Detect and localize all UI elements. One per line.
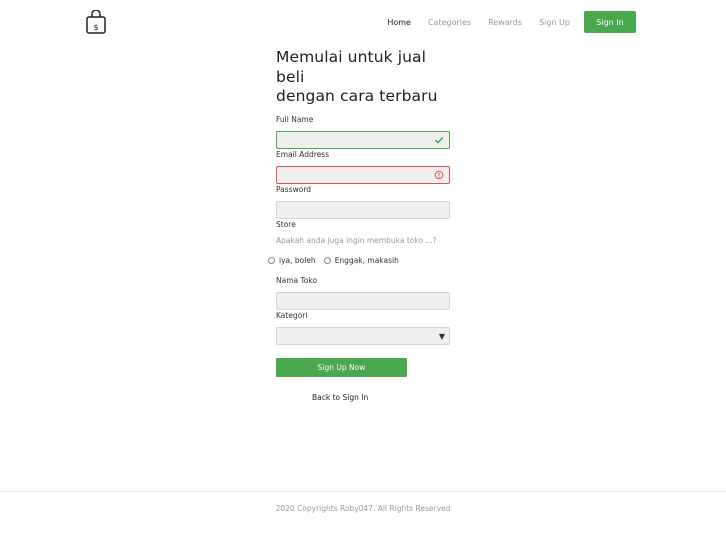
signup-form-heading: Memulai untuk jual beli dengan cara terb… [276,48,456,107]
footer-divider [0,491,726,492]
back-to-sign-in-link[interactable]: Back to Sign In [312,393,368,402]
footer-copyright: 2020 Copyrights Roby047. All Rights Rese… [275,504,451,513]
nav-sign-up[interactable]: Sign Up [539,18,570,27]
title-line-3: dengan cara terbaru [276,87,438,105]
error-icon [434,170,444,180]
radio-circle-yes[interactable] [268,257,275,264]
nav-rewards[interactable]: Rewards [488,18,522,27]
email-label: Email Address [276,150,330,159]
radio-no-label: Enggak, makasih [334,256,399,265]
store-radio-group: iya, boleh Enggak, makasih [268,256,407,265]
chevron-down-icon: ▼ [438,332,445,341]
check-icon [434,136,444,144]
title-line-2: beli [276,67,305,86]
nav-categories[interactable]: Categories [428,18,471,27]
full-name-input[interactable] [276,131,450,149]
nav-home[interactable]: Home [387,18,411,27]
email-input[interactable] [276,166,450,184]
page-title: Memulai untuk jual beli dengan cara terb… [276,48,456,107]
category-select[interactable]: ▼ [276,327,450,345]
sign-up-now-button[interactable]: Sign Up Now [276,358,407,377]
top-nav: Home Categories Rewards Sign Up Sign In [370,11,636,33]
password-label: Password [276,185,312,194]
store-name-label: Nama Toko [276,276,318,285]
logo-glyph: $ [93,23,98,32]
password-input[interactable] [276,201,450,219]
radio-no[interactable]: Enggak, makasih [323,256,399,265]
store-label: Store [276,220,296,229]
store-name-input[interactable] [276,292,450,310]
category-label: Kategori [276,311,308,320]
title-line-1: Memulai untuk jual [276,48,427,66]
full-name-label: Full Name [276,115,314,124]
shopping-bag-logo-icon[interactable]: $ [86,9,106,35]
sign-in-button[interactable]: Sign In [584,11,636,33]
radio-yes[interactable]: iya, boleh [268,256,316,265]
store-question: Apakah anda juga ingin membuka toko ...? [276,236,437,245]
radio-circle-no[interactable] [323,257,331,264]
radio-yes-label: iya, boleh [279,256,316,265]
